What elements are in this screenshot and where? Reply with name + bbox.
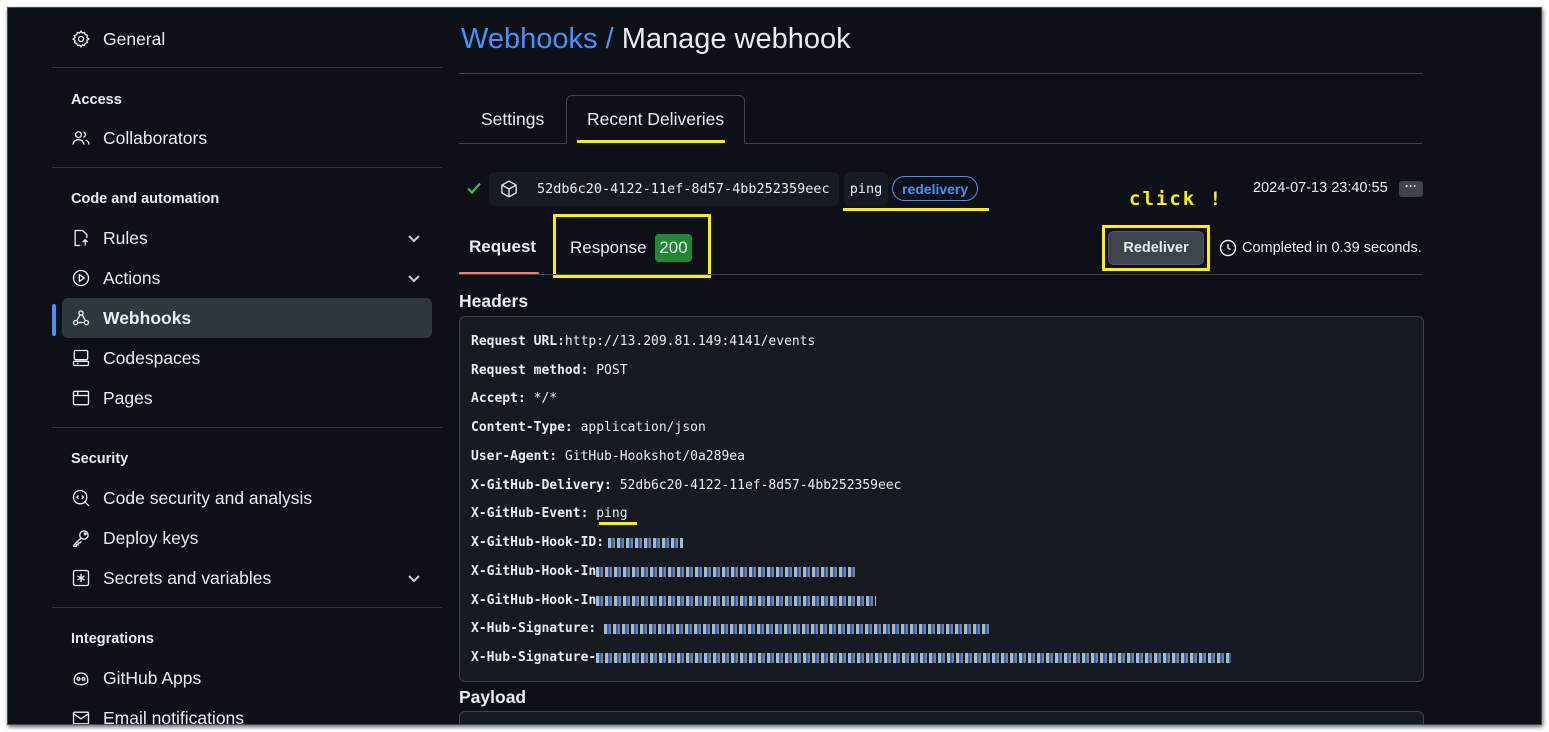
codespaces-icon [70,347,92,369]
gear-icon [70,28,92,50]
sidebar-divider [52,607,442,608]
clock-icon [1219,239,1237,257]
sidebar-item-collaborators[interactable]: Collaborators [62,118,432,158]
sidebar-item-label: Pages [103,387,153,408]
breadcrumb-separator: / [605,23,614,55]
header-row: Request method: POST [471,363,628,378]
sidebar-item-pages[interactable]: Pages [62,378,432,418]
annotation-underline [599,522,637,525]
redelivery-badge: redelivery [892,176,979,201]
sidebar-item-label: Deploy keys [103,527,199,548]
sidebar-item-deploy-keys[interactable]: Deploy keys [62,518,432,558]
mail-icon [70,707,92,724]
redacted-value [596,595,877,606]
sidebar-item-label: Code security and analysis [103,487,313,508]
more-options-button[interactable]: ··· [1399,180,1423,197]
codescan-icon [70,487,92,509]
sidebar-item-label: GitHub Apps [103,667,202,688]
sidebar-item-label: Rules [103,227,148,248]
sidebar-item-general[interactable]: General [62,19,432,59]
header-row: X-GitHub-Delivery: 52db6c20-4122-11ef-8d… [471,478,902,493]
page-title: Webhooks / Manage webhook [461,23,851,56]
sidebar-divider [52,167,442,168]
app-window: General Access Collaborators Code and au… [7,7,1542,725]
sidebar-item-webhooks[interactable]: Webhooks [62,298,432,338]
webhook-icon [70,307,92,329]
chevron-down-icon[interactable] [406,270,422,286]
headers-title: Headers [459,291,529,311]
payload-title: Payload [459,687,527,707]
sidebar-item-actions[interactable]: Actions [62,258,432,298]
header-row: Accept: */* [471,391,558,406]
sidebar-item-github-apps[interactable]: GitHub Apps [62,658,432,698]
sidebar-item-label: Secrets and variables [103,567,272,588]
redacted-value [596,566,857,577]
payload-box [459,711,1424,724]
copilot-icon [70,667,92,689]
completed-status: Completed in 0.39 seconds. [1218,238,1422,258]
sidebar-item-label: Webhooks [103,307,192,328]
sidebar-section-access: Access [71,92,122,108]
chevron-down-icon[interactable] [406,570,422,586]
main-content: Webhooks / Manage webhook Settings Recen… [459,8,1424,724]
sidebar-item-code-security[interactable]: Code security and analysis [62,478,432,518]
sidebar-item-rules[interactable]: Rules [62,218,432,258]
sidebar-item-label: General [103,28,166,49]
delivery-row[interactable]: 52db6c20-4122-11ef-8d57-4bb252359eec pin… [459,171,1424,207]
header-row: X-GitHub-Event: ping [471,506,628,521]
tab-request[interactable]: Request [469,237,536,257]
delivery-guid: 52db6c20-4122-11ef-8d57-4bb252359eec [537,181,830,197]
header-row: Content-Type: application/json [471,420,706,435]
header-row: X-GitHub-Hook-ID: [471,535,684,550]
header-row: Request URL:http://13.209.81.149:4141/ev… [471,334,816,349]
header-row: X-Hub-Signature: [471,621,990,636]
redacted-value [608,537,684,548]
active-indicator [52,304,56,336]
delivery-guid-box: 52db6c20-4122-11ef-8d57-4bb252359eec [489,172,839,206]
sidebar-divider [52,67,442,68]
redacted-value [604,623,990,634]
subtabs-divider [459,274,1422,275]
chevron-down-icon[interactable] [406,230,422,246]
settings-sidebar: General Access Collaborators Code and au… [52,8,442,725]
sidebar-section-code-automation: Code and automation [71,191,220,207]
delivery-timestamp: 2024-07-13 23:40:55 [1253,180,1388,196]
people-icon [70,127,92,149]
sidebar-item-codespaces[interactable]: Codespaces [62,338,432,378]
key-icon [70,527,92,549]
asterisk-icon [70,567,92,589]
tab-settings[interactable]: Settings [461,95,564,144]
header-row: User-Agent: GitHub-Hookshot/0a289ea [471,449,745,464]
check-icon [465,179,483,197]
header-row: X-Hub-Signature- [471,650,1232,665]
header-row: X-GitHub-Hook-In [471,593,877,608]
browser-icon [70,387,92,409]
redacted-value [596,652,1232,663]
sidebar-item-email-notifications[interactable]: Email notifications [62,698,432,725]
sidebar-item-label: Email notifications [103,707,245,725]
play-icon [70,267,92,289]
annotation-click-note: click ! [1129,188,1224,210]
completed-text: Completed in 0.39 seconds. [1242,240,1422,256]
headers-box: Request URL:http://13.209.81.149:4141/ev… [459,316,1424,682]
title-divider [459,73,1422,74]
delivery-event: ping [844,172,888,206]
sidebar-item-label: Collaborators [103,127,208,148]
sidebar-item-label: Codespaces [103,347,201,368]
annotation-underline [577,140,725,143]
header-row: X-GitHub-Hook-In [471,564,857,579]
sidebar-divider [52,427,442,428]
sidebar-item-secrets[interactable]: Secrets and variables [62,558,432,598]
tab-recent-deliveries[interactable]: Recent Deliveries [566,95,746,144]
repo-push-icon [70,227,92,249]
page-title-text: Manage webhook [621,23,851,55]
annotation-underline [843,208,989,211]
sidebar-section-security: Security [71,451,129,467]
breadcrumb-webhooks-link[interactable]: Webhooks [461,23,598,55]
sidebar-section-integrations: Integrations [71,631,154,647]
annotation-highlight-box [1102,225,1210,271]
package-icon [499,179,519,199]
annotation-highlight-box [553,214,711,278]
sidebar-item-label: Actions [103,267,161,288]
